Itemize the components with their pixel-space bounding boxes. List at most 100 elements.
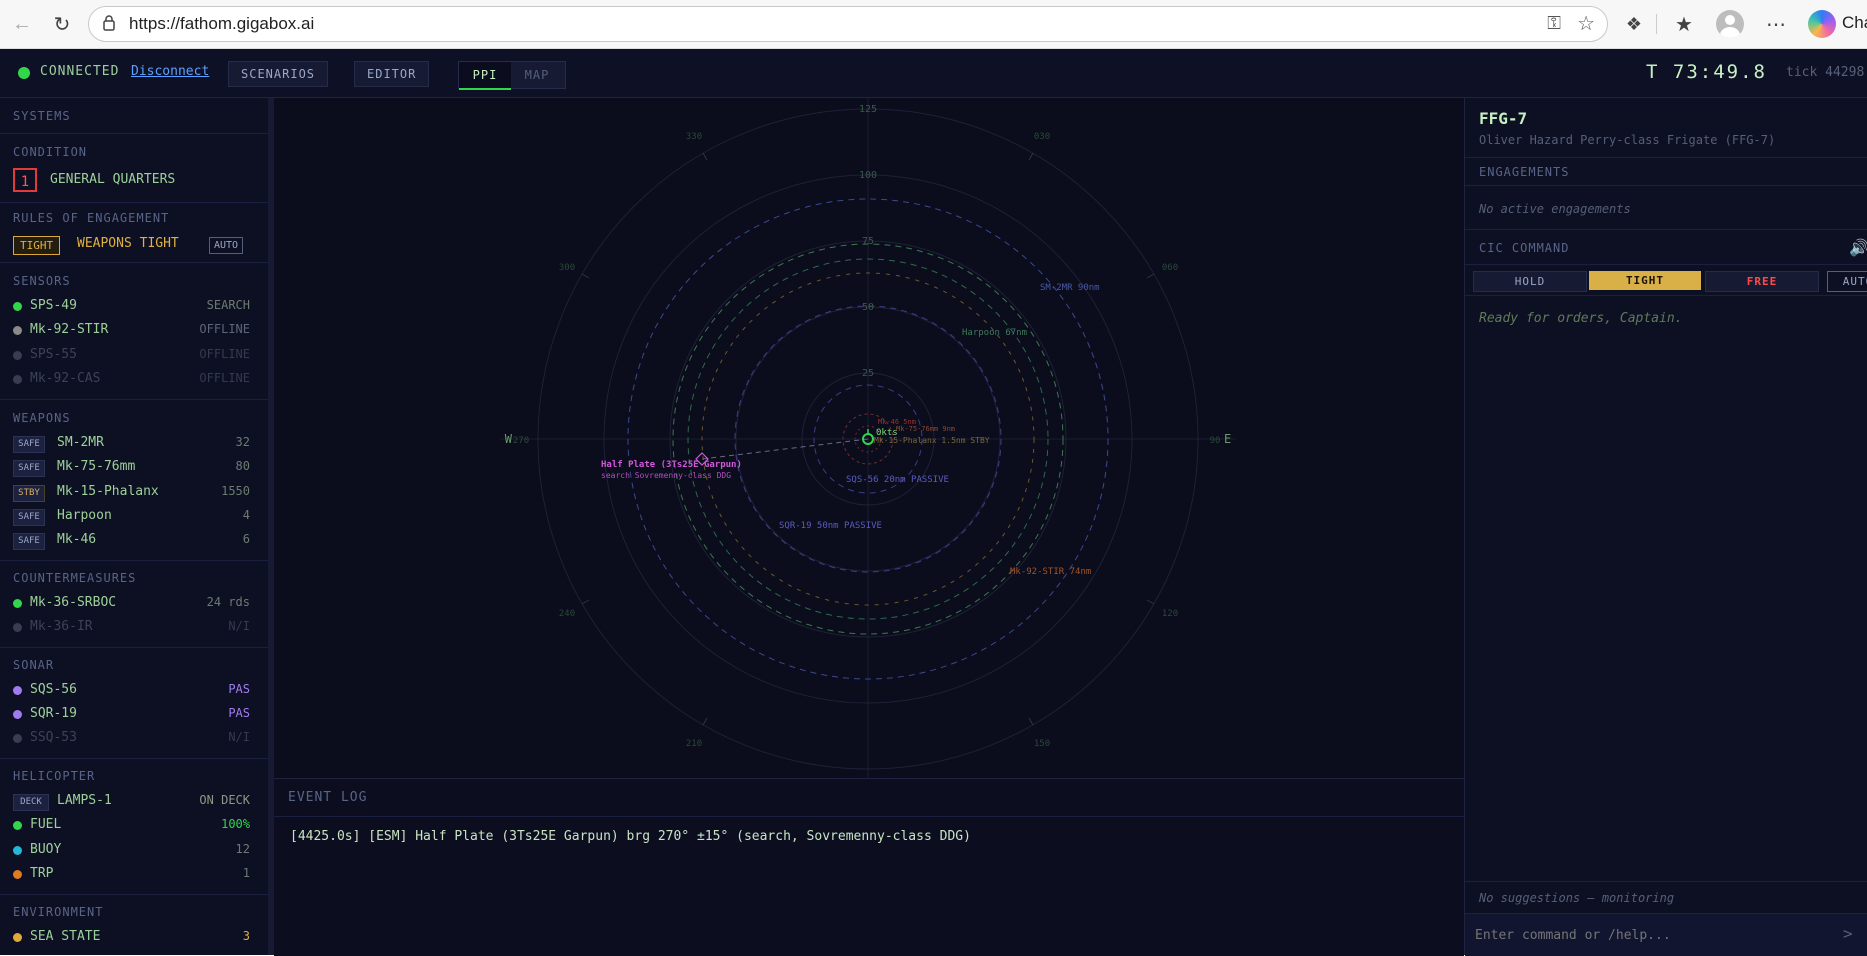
sensors-title: SENSORS — [13, 274, 71, 288]
status-dot-icon — [13, 302, 22, 311]
helicopter-status: ON DECK — [199, 793, 250, 807]
copilot-label[interactable]: Cha — [1842, 13, 1867, 33]
stir-range-label: Mk-92-STIR 74nm — [1010, 567, 1091, 577]
helicopter-item-name: TRP — [30, 866, 54, 881]
countermeasure-row[interactable]: Mk-36-IR N/I — [13, 618, 253, 638]
send-icon[interactable]: > — [1843, 924, 1853, 943]
back-icon[interactable]: ← — [8, 10, 36, 38]
copilot-icon[interactable] — [1808, 10, 1836, 38]
helicopter-item-name: BUOY — [30, 842, 62, 857]
bearing-tick — [1028, 717, 1034, 726]
condition-title: CONDITION — [13, 145, 88, 159]
ppi-display[interactable]: 125 100 75 50 25 330 030 300 060 240 120… — [274, 98, 1464, 778]
sensor-status: OFFLINE — [199, 371, 250, 385]
more-menu-icon[interactable]: ⋯ — [1762, 10, 1790, 38]
weapon-count: 1550 — [221, 484, 250, 498]
helicopter-item-value: 12 — [235, 842, 250, 856]
contact-name[interactable]: Half Plate (3Ts25E Garpun) — [601, 460, 742, 470]
weapon-name: Mk-46 — [57, 532, 97, 547]
roe-free-button[interactable]: FREE — [1705, 271, 1819, 292]
divider — [0, 399, 268, 400]
ship-name: FFG-7 — [1479, 109, 1528, 128]
disconnect-link[interactable]: Disconnect — [131, 64, 209, 79]
roe-label: WEAPONS TIGHT — [77, 236, 179, 251]
sm2mr-range-label: SM-2MR 90nm — [1040, 283, 1100, 293]
sonar-row[interactable]: SSQ-53 N/I — [13, 729, 253, 749]
condition-label: GENERAL QUARTERS — [50, 172, 176, 187]
systems-title: SYSTEMS — [13, 109, 71, 123]
key-icon[interactable]: ⚿ — [1547, 13, 1561, 34]
countermeasure-row[interactable]: Mk-36-SRBOC 24 rds — [13, 594, 253, 614]
condition-number: 1 — [13, 168, 37, 192]
harpoon-range-label: Harpoon 67nm — [962, 328, 1027, 338]
bearing-tick — [1028, 152, 1034, 161]
weapon-name: Mk-75-76mm — [57, 459, 136, 474]
editor-button[interactable]: EDITOR — [354, 61, 430, 87]
divider — [0, 133, 268, 134]
weapon-state-badge: SAFE — [13, 533, 45, 550]
sensor-name: Mk-92-STIR — [30, 322, 109, 337]
weapon-count: 6 — [242, 532, 250, 546]
sqr19-range-label: SQR-19 50nm PASSIVE — [779, 521, 882, 531]
sensor-row[interactable]: SPS-55 OFFLINE — [13, 346, 253, 366]
helicopter-row[interactable]: DECK LAMPS-1 ON DECK — [13, 792, 253, 812]
divider — [0, 647, 268, 648]
sonar-row[interactable]: SQR-19 PAS — [13, 705, 253, 725]
roe-hold-button[interactable]: HOLD — [1473, 271, 1587, 292]
compass-east: E — [1224, 432, 1231, 446]
helicopter-item-name: FUEL — [30, 817, 62, 832]
weapon-count: 32 — [235, 435, 250, 449]
weapon-name: SM-2MR — [57, 435, 104, 450]
status-dot-icon — [13, 351, 22, 360]
countermeasure-name: Mk-36-IR — [30, 619, 93, 634]
roe-auto-toggle[interactable]: AUTO — [1827, 271, 1867, 292]
bearing-label: 330 — [686, 132, 702, 142]
divider — [0, 202, 268, 203]
bearing-label: 150 — [1034, 739, 1050, 749]
weapon-row[interactable]: STBY Mk-15-Phalanx 1550 — [13, 483, 253, 503]
sensor-row[interactable]: Mk-92-CAS OFFLINE — [13, 370, 253, 390]
event-log-line: [4425.0s] [ESM] Half Plate (3Ts25E Garpu… — [290, 829, 971, 844]
star-icon[interactable]: ☆ — [1577, 11, 1595, 36]
reload-icon[interactable]: ↻ — [48, 10, 76, 38]
event-log: EVENT LOG [4425.0s] [ESM] Half Plate (3T… — [274, 778, 1464, 956]
weapon-row[interactable]: SAFE Harpoon 4 — [13, 507, 253, 527]
roe-auto-button[interactable]: AUTO — [209, 237, 244, 254]
engagements-title: ENGAGEMENTS — [1479, 165, 1570, 179]
sonar-row[interactable]: SQS-56 PAS — [13, 681, 253, 701]
bearing-label: 90 — [1210, 436, 1221, 446]
ppi-radar-svg[interactable]: 125 100 75 50 25 330 030 300 060 240 120… — [274, 98, 1464, 778]
profile-avatar[interactable] — [1716, 10, 1744, 38]
sonar-name: SQS-56 — [30, 682, 77, 697]
address-bar[interactable]: https://fathom.gigabox.ai ⚿ ☆ — [88, 6, 1608, 42]
sensor-row[interactable]: SPS-49 SEARCH — [13, 297, 253, 317]
range-label: 100 — [859, 170, 877, 181]
bearing-labels: 330 030 300 060 240 120 210 150 270 90 — [513, 132, 1221, 749]
browser-chrome: ← ↻ https://fathom.gigabox.ai ⚿ ☆ ❖ ★ ⋯ … — [0, 0, 1867, 49]
sonar-name: SQR-19 — [30, 706, 77, 721]
bearing-label: 030 — [1034, 132, 1050, 142]
roe-tight-button[interactable]: TIGHT — [1589, 271, 1701, 290]
sensor-name: SPS-55 — [30, 347, 77, 362]
speaker-icon[interactable]: 🔊 — [1849, 238, 1867, 257]
roe-title: RULES OF ENGAGEMENT — [13, 211, 170, 225]
weapon-row[interactable]: SAFE Mk-46 6 — [13, 531, 253, 551]
weapon-row[interactable]: SAFE SM-2MR 32 — [13, 434, 253, 454]
lock-icon — [103, 15, 115, 31]
sensor-status: OFFLINE — [199, 322, 250, 336]
scenarios-button[interactable]: SCENARIOS — [228, 61, 329, 87]
tab-map[interactable]: MAP — [511, 62, 563, 88]
divider — [0, 894, 268, 895]
extensions-icon[interactable]: ❖ — [1620, 10, 1648, 38]
own-ship-speed: 0kts — [876, 428, 898, 438]
tab-ppi[interactable]: PPI — [459, 62, 511, 90]
sensor-row[interactable]: Mk-92-STIR OFFLINE — [13, 321, 253, 341]
bearing-label: 210 — [686, 739, 702, 749]
weapon-row[interactable]: SAFE Mk-75-76mm 80 — [13, 458, 253, 478]
sonar-title: SONAR — [13, 658, 55, 672]
command-input[interactable] — [1473, 922, 1827, 948]
bearing-label: 300 — [559, 263, 575, 273]
range-label: 50 — [862, 302, 874, 313]
app: CONNECTED Disconnect SCENARIOS EDITOR PP… — [0, 49, 1867, 956]
favorites-icon[interactable]: ★ — [1670, 10, 1698, 38]
